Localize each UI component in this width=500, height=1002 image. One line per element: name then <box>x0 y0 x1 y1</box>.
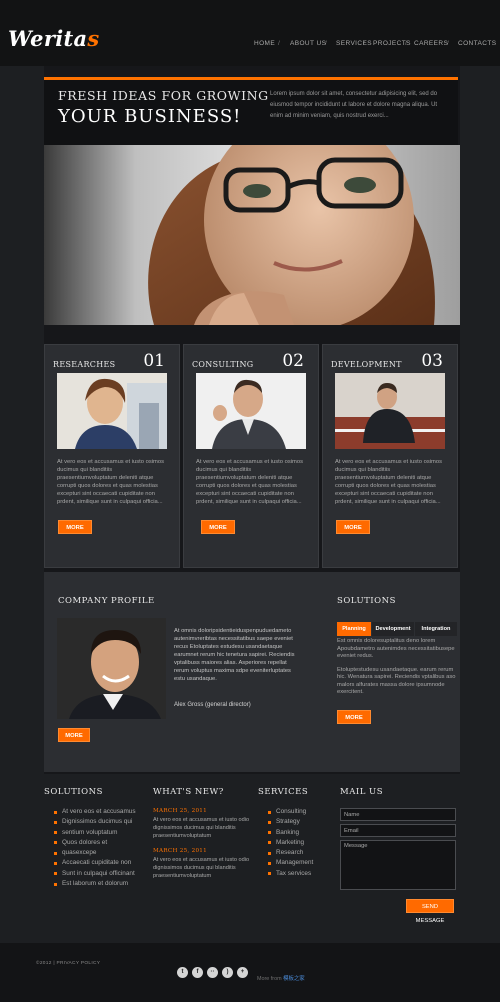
name-field[interactable] <box>340 808 456 821</box>
facebook-icon[interactable]: f <box>192 967 203 978</box>
header: Weritas HOME / ABOUT US / SERVICES / PRO… <box>0 0 500 66</box>
column-text: At vero eos et accusamus et iusto osimos… <box>57 459 164 505</box>
send-message-button[interactable]: SEND MESSAGE <box>406 899 454 924</box>
tab-paragraph: Etoluptestudesu usandaetaque. earum reru… <box>337 666 456 696</box>
director-photo <box>57 618 166 719</box>
list-item[interactable]: quasexcepe <box>54 848 136 858</box>
footer-news-title: WHAT'S NEW? <box>153 787 224 797</box>
column-number: 02 <box>282 351 304 371</box>
list-item[interactable]: Consulting <box>268 807 313 817</box>
tab-content: Est omnis doloresuptalitus deno lorem Ap… <box>337 638 459 710</box>
nav-separator: / <box>405 40 408 47</box>
news-date: MARCH 25, 2011 <box>153 808 208 814</box>
plus-icon[interactable]: + <box>237 967 248 978</box>
column-title: CONSULTING <box>192 360 254 369</box>
hero-title-line2: YOUR BUSINESS! <box>58 106 242 127</box>
rss-icon[interactable]: ) <box>222 967 233 978</box>
profile-text: At omnis doloripsidentieiduspenpuduedame… <box>174 628 295 682</box>
nav-separator: / <box>447 40 450 47</box>
hero-photo <box>44 145 460 325</box>
logo[interactable]: Weritas <box>8 26 100 51</box>
list-item[interactable]: Banking <box>268 828 313 838</box>
email-field[interactable] <box>340 824 456 837</box>
footer-solutions-title: SOLUTIONS <box>44 787 103 797</box>
more-button[interactable]: MORE <box>58 520 92 534</box>
flickr-icon[interactable]: ·· <box>207 967 218 978</box>
column-number: 01 <box>143 351 165 371</box>
footer-solutions-list: At vero eos et accusamus Dignissimos duc… <box>54 807 136 889</box>
column-text: At vero eos et accusamus et iusto osimos… <box>335 459 442 505</box>
list-item[interactable]: Strategy <box>268 817 313 827</box>
list-item[interactable]: Accaecati cupiditate non <box>54 858 136 868</box>
list-item[interactable]: At vero eos et accusamus <box>54 807 136 817</box>
footer-mail-title: MAIL US <box>340 787 384 797</box>
tab-integration[interactable]: Integration <box>415 622 457 636</box>
footer-services-list: Consulting Strategy Banking Marketing Re… <box>268 807 313 879</box>
tab-development[interactable]: Development <box>372 622 414 636</box>
list-item[interactable]: Marketing <box>268 838 313 848</box>
credit-text: More from 模板之家 <box>257 976 305 982</box>
more-button[interactable]: MORE <box>336 520 370 534</box>
hero-title-line1: FRESH IDEAS FOR GROWING <box>58 88 269 103</box>
news-date: MARCH 25, 2011 <box>153 848 208 854</box>
nav-separator: / <box>278 40 281 47</box>
development-image <box>335 373 445 449</box>
twitter-icon[interactable]: t <box>177 967 188 978</box>
nav-item-careers[interactable]: CAREERS <box>414 40 448 47</box>
news-text[interactable]: At vero eos et accusamus et iusto odio d… <box>153 857 253 880</box>
profile-signature: Alex Gross (general director) <box>174 702 251 708</box>
profile-more-button[interactable]: MORE <box>58 728 90 742</box>
list-item[interactable]: Research <box>268 848 313 858</box>
research-image <box>57 373 167 449</box>
copyright-text[interactable]: ©2012 | PRIVACY POLICY <box>36 961 100 966</box>
list-item[interactable]: Est laborum et dolorum <box>54 879 136 889</box>
list-item[interactable]: Management <box>268 858 313 868</box>
news-text[interactable]: At vero eos et accusamus et iusto odio d… <box>153 817 253 840</box>
footer-services-title: SERVICES <box>258 787 309 797</box>
bottom-bar: ©2012 | PRIVACY POLICY t f ·· ) + More f… <box>0 943 500 1002</box>
column-number: 03 <box>421 351 443 371</box>
solutions-title: SOLUTIONS <box>337 596 396 606</box>
research-column: RESEARCHES 01 At vero eos et accusamus e… <box>44 344 180 568</box>
consulting-image <box>196 373 306 449</box>
solutions-tabs: Planning Development Integration <box>337 622 459 636</box>
list-item[interactable]: Sunt in culpaqui officinant <box>54 869 136 879</box>
list-item[interactable]: Dignissimos ducimus qui <box>54 817 136 827</box>
nav-item-contacts[interactable]: CONTACTS <box>458 40 496 47</box>
nav-item-home[interactable]: HOME <box>254 40 275 47</box>
nav-separator: / <box>325 40 328 47</box>
nav-separator: / <box>363 40 366 47</box>
tab-paragraph: Est omnis doloresuptalitus deno lorem Ap… <box>337 638 455 659</box>
main-nav: HOME / ABOUT US / SERVICES / PROJECTS / … <box>248 40 496 54</box>
consulting-column: CONSULTING 02 At vero eos et accusamus e… <box>183 344 319 568</box>
hero-banner: FRESH IDEAS FOR GROWING YOUR BUSINESS! L… <box>44 77 458 145</box>
list-item[interactable]: Tax services <box>268 869 313 879</box>
more-button[interactable]: MORE <box>201 520 235 534</box>
tab-planning[interactable]: Planning <box>337 622 371 636</box>
list-item[interactable]: sentium voluptatum <box>54 828 136 838</box>
column-title: RESEARCHES <box>53 360 116 369</box>
section-title: COMPANY PROFILE <box>58 596 155 606</box>
column-text: At vero eos et accusamus et iusto osimos… <box>196 459 303 505</box>
hero-text: Lorem ipsum dolor sit amet, consectetur … <box>270 91 438 119</box>
credit-link[interactable]: 模板之家 <box>283 976 305 982</box>
solutions-more-button[interactable]: MORE <box>337 710 371 724</box>
nav-item-services[interactable]: SERVICES <box>336 40 372 47</box>
list-item[interactable]: Quos dolores et <box>54 838 136 848</box>
profile-section: COMPANY PROFILE At omnis doloripsidentie… <box>44 572 460 772</box>
nav-item-about[interactable]: ABOUT US <box>290 40 326 47</box>
message-field[interactable] <box>340 840 456 890</box>
column-title: DEVELOPMENT <box>331 360 402 369</box>
development-column: DEVELOPMENT 03 At vero eos et accusamus … <box>322 344 458 568</box>
woman-portrait-image <box>148 145 435 325</box>
